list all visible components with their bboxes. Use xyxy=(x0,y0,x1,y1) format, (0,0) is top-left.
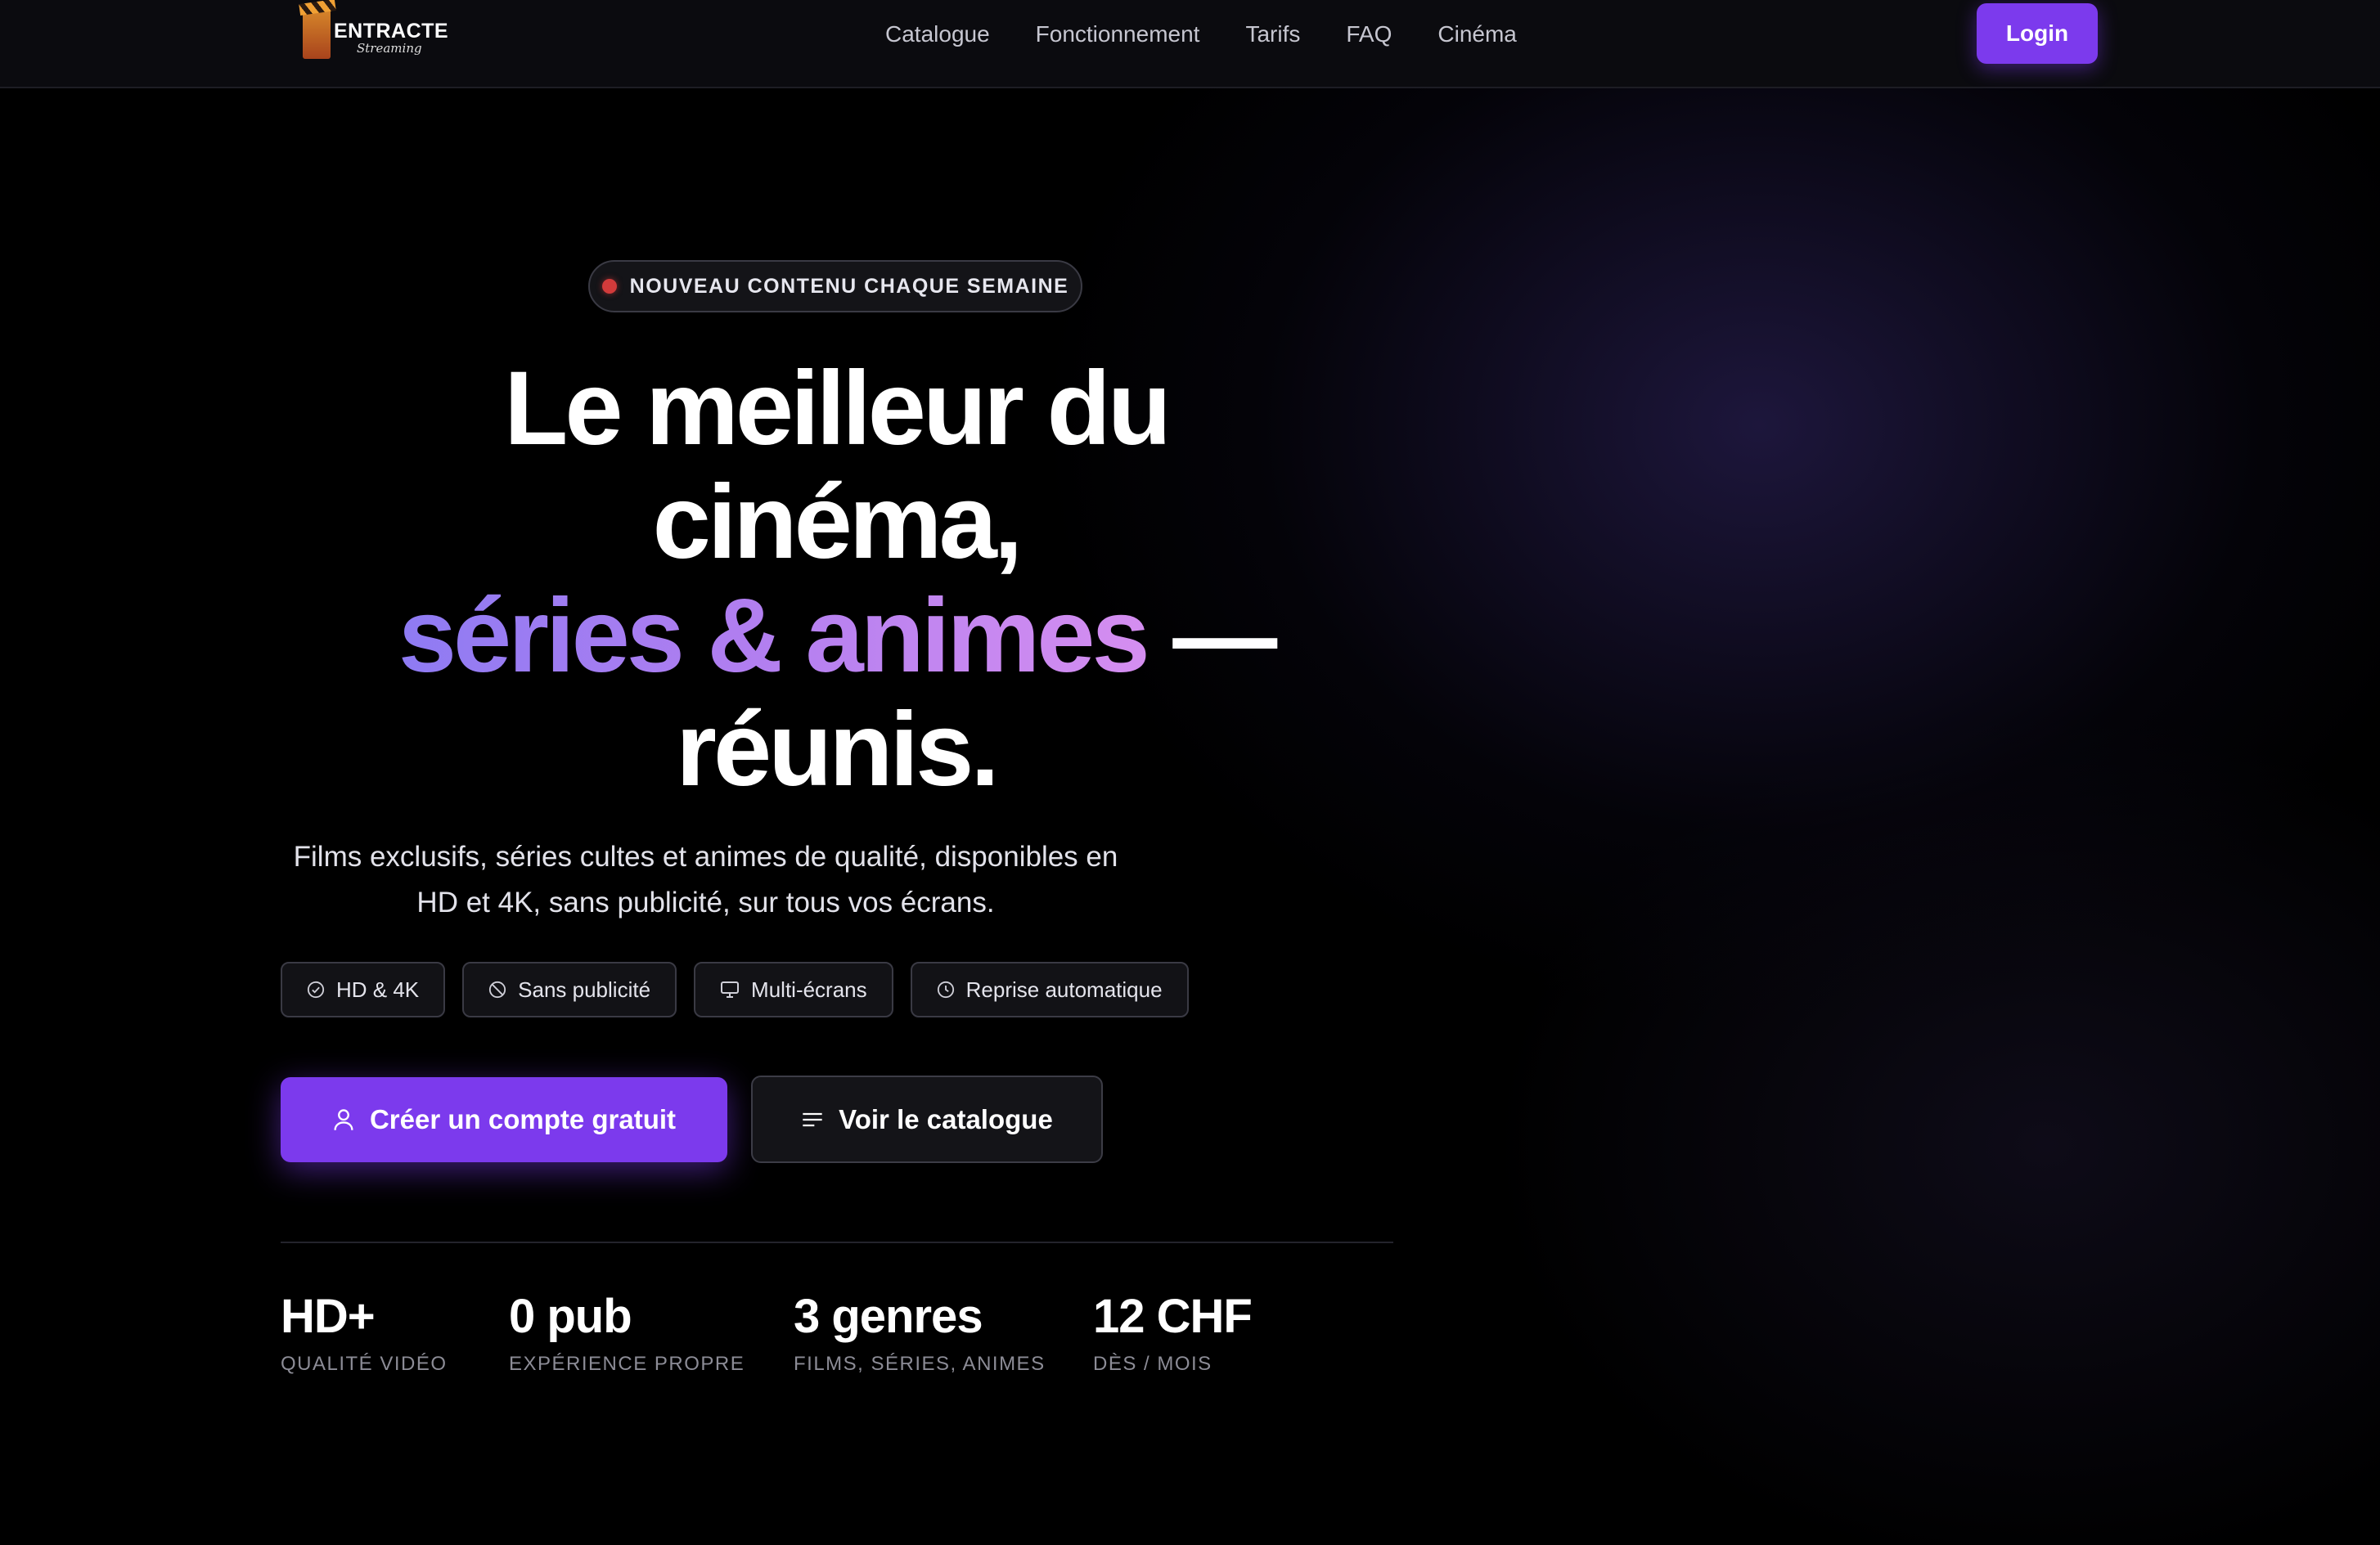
user-icon xyxy=(334,1109,353,1130)
stat-ads: 0 pub EXPÉRIENCE PROPRE xyxy=(509,1286,745,1376)
hero-headline: Le meilleur du cinéma, séries & animes —… xyxy=(311,352,1361,806)
feature-chip-label: HD & 4K xyxy=(336,977,420,1002)
stat-value: 0 pub xyxy=(509,1290,632,1343)
feature-chip-label: Sans publicité xyxy=(518,977,651,1002)
logo-subtitle: Streaming xyxy=(357,41,422,56)
hero-subtitle: Films exclusifs, séries cultes et animes… xyxy=(293,841,1118,918)
clock-icon xyxy=(937,981,954,999)
headline-line-1: Le meilleur du xyxy=(504,350,1172,467)
logo[interactable]: ENTRACTE Streaming xyxy=(301,2,448,62)
stat-value: 3 genres xyxy=(794,1290,983,1343)
stat-value: 12 CHF xyxy=(1093,1290,1253,1343)
stat-price: 12 CHF DÈS / MOIS xyxy=(1093,1286,1253,1376)
feature-chip-hd: HD & 4K xyxy=(281,962,446,1017)
stat-genres: 3 genres FILMS, SÉRIES, ANIMES xyxy=(794,1286,1046,1376)
stat-label: QUALITÉ VIDÉO xyxy=(281,1353,448,1375)
headline-dash: — xyxy=(1146,577,1277,694)
create-account-label: Créer un compte gratuit xyxy=(369,1104,677,1134)
live-dot-icon xyxy=(601,279,617,294)
nav-link-tarifs[interactable]: Tarifs xyxy=(1245,18,1300,51)
nav-link-fonctionnement[interactable]: Fonctionnement xyxy=(1036,18,1200,51)
divider xyxy=(281,1242,1393,1243)
stat-label: DÈS / MOIS xyxy=(1093,1353,1212,1375)
stat-value: HD+ xyxy=(281,1290,376,1343)
view-catalogue-label: Voir le catalogue xyxy=(839,1103,1053,1134)
headline-line-3: séries & animes — xyxy=(311,579,1361,693)
monitor-icon xyxy=(721,981,740,998)
no-ads-icon xyxy=(489,981,506,999)
nav-links: Catalogue Fonctionnement Tarifs FAQ Ciné… xyxy=(885,18,1563,51)
create-account-button[interactable]: Créer un compte gratuit xyxy=(281,1077,727,1162)
check-circle-icon xyxy=(307,981,325,999)
logo-title: ENTRACTE xyxy=(334,20,449,43)
stat-label: FILMS, SÉRIES, ANIMES xyxy=(794,1353,1046,1375)
feature-chip-autoresume: Reprise automatique xyxy=(910,962,1189,1017)
top-navbar: ENTRACTE Streaming Catalogue Fonctionnem… xyxy=(0,0,2380,88)
feature-chip-label: Reprise automatique xyxy=(965,977,1163,1002)
stat-quality: HD+ QUALITÉ VIDÉO xyxy=(281,1286,448,1376)
list-icon xyxy=(803,1112,822,1126)
stat-label: EXPÉRIENCE PROPRE xyxy=(509,1353,745,1375)
clapperboard-icon xyxy=(303,7,331,59)
login-button[interactable]: Login xyxy=(1977,3,2098,64)
nav-link-faq[interactable]: FAQ xyxy=(1346,18,1392,51)
badge-label: NOUVEAU CONTENU CHAQUE SEMAINE xyxy=(629,274,1069,298)
new-content-badge: NOUVEAU CONTENU CHAQUE SEMAINE xyxy=(588,260,1082,312)
view-catalogue-button[interactable]: Voir le catalogue xyxy=(751,1076,1103,1163)
feature-chips: HD & 4K Sans publicité Multi-écrans Repr… xyxy=(281,962,1206,1017)
feature-chip-multiscreen: Multi-écrans xyxy=(694,962,893,1017)
feature-chip-label: Multi-écrans xyxy=(751,977,867,1002)
headline-line-4: réunis. xyxy=(676,691,1000,808)
headline-gradient-text: séries & animes xyxy=(398,577,1150,694)
headline-line-2: cinéma, xyxy=(652,464,1024,581)
nav-link-cinema[interactable]: Cinéma xyxy=(1437,18,1516,51)
nav-link-catalogue[interactable]: Catalogue xyxy=(885,18,990,51)
feature-chip-no-ads: Sans publicité xyxy=(462,962,677,1017)
